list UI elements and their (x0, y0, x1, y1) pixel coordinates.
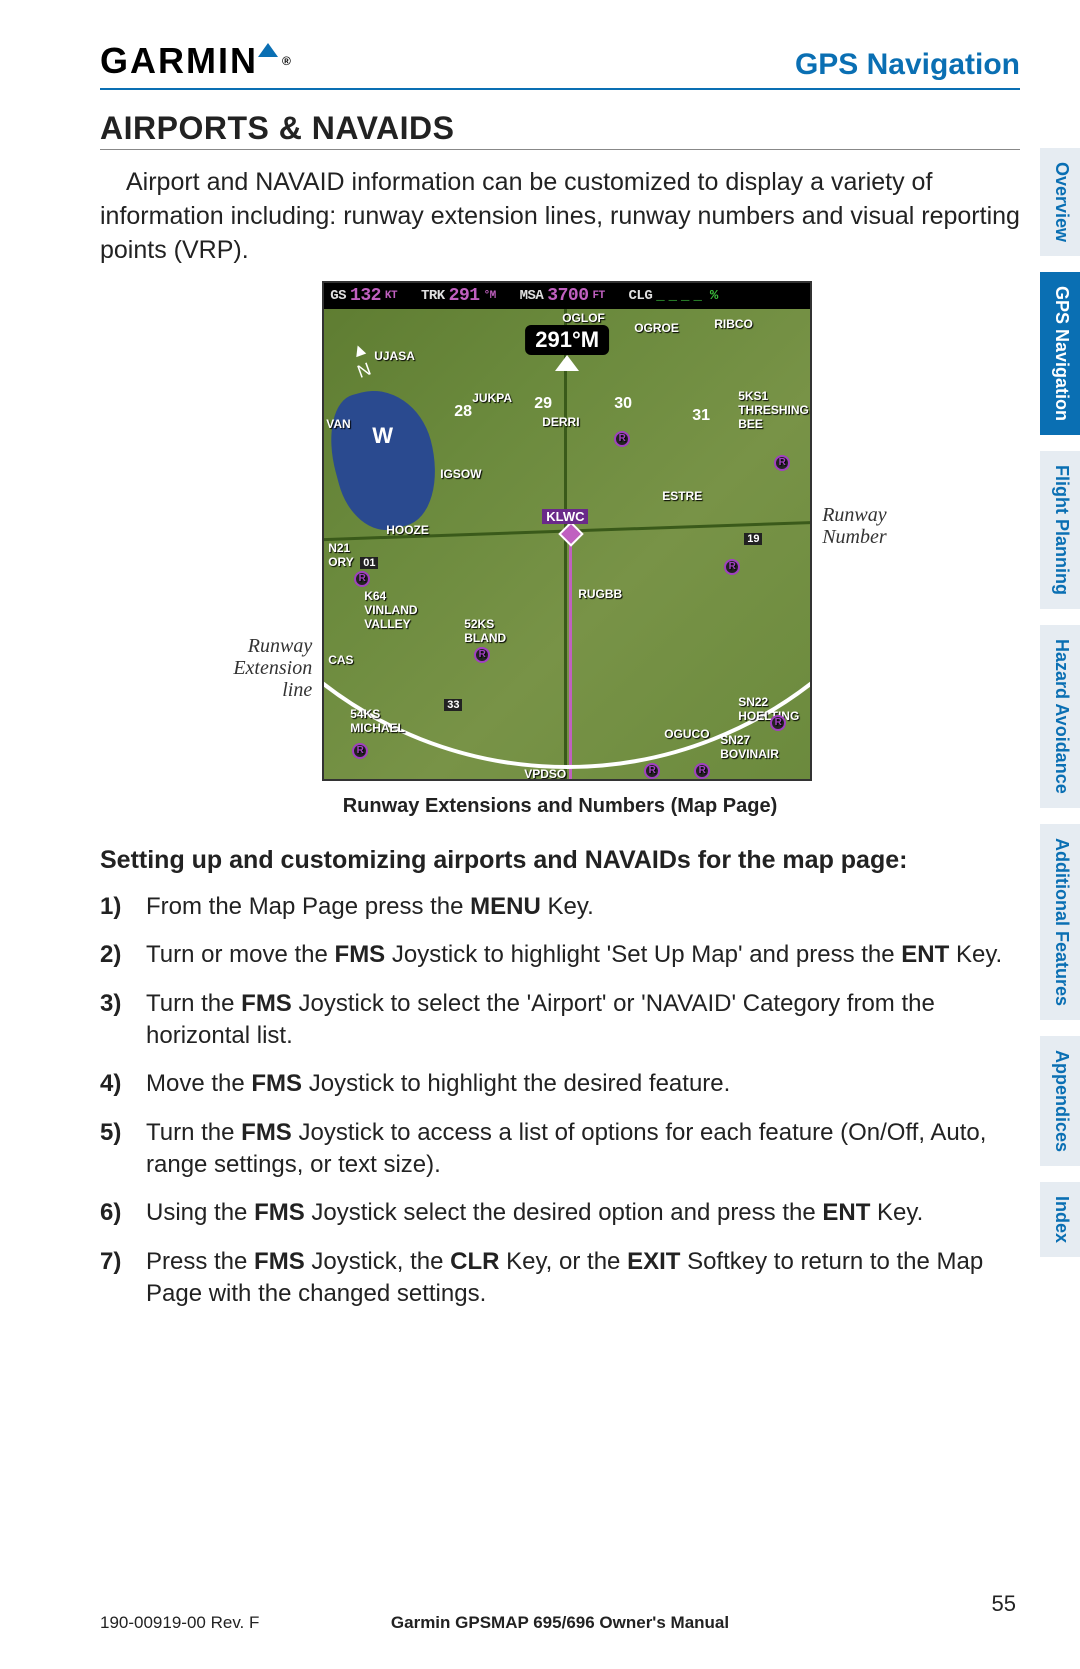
garmin-logo: GARMIN ® (100, 40, 293, 88)
reporting-point-icon: R (474, 645, 490, 663)
section-tab[interactable]: Flight Planning (1040, 451, 1080, 609)
step-text: Press the FMS Joystick, the CLR Key, or … (146, 1246, 1020, 1311)
chapter-title: GPS Navigation (795, 48, 1020, 88)
step-number: 7) (100, 1246, 130, 1311)
section-tab[interactable]: Appendices (1040, 1036, 1080, 1166)
waypoint: RIBCO (714, 317, 753, 331)
callout-runway-number: RunwayNumber (822, 504, 886, 548)
hsi-pointer-icon (555, 355, 579, 371)
waypoint: VPDSO (524, 767, 566, 781)
reporting-point-icon: R (694, 761, 710, 779)
map-screenshot: GS 132KT TRK 291°M MSA 3700FT CLG ____% … (322, 281, 812, 781)
hsi-tick: 30 (614, 395, 632, 413)
reporting-point-icon: R (354, 569, 370, 587)
hsi-heading-box: 291°M (525, 325, 609, 355)
step-number: 5) (100, 1117, 130, 1182)
procedure-step: 7)Press the FMS Joystick, the CLR Key, o… (100, 1246, 1020, 1311)
reporting-point-icon: R (770, 713, 786, 731)
waypoint: 54KS MICHAEL (350, 707, 410, 735)
waypoint: OGUCO (664, 727, 709, 741)
waypoint: 5KS1 THRESHING BEE (738, 389, 808, 431)
runway-number: 33 (444, 699, 462, 711)
step-text: From the Map Page press the MENU Key. (146, 891, 594, 923)
waypoint: UJASA (374, 349, 415, 363)
brand-text: GARMIN (100, 40, 258, 82)
page-number: 55 (992, 1591, 1016, 1617)
step-text: Move the FMS Joystick to highlight the d… (146, 1068, 730, 1100)
step-text: Turn the FMS Joystick to select the 'Air… (146, 988, 1020, 1053)
callout-runway-extension: RunwayExtensionline (233, 635, 312, 701)
figure-caption: Runway Extensions and Numbers (Map Page) (100, 795, 1020, 818)
manual-title: Garmin GPSMAP 695/696 Owner's Manual (391, 1613, 729, 1633)
procedure-steps: 1) From the Map Page press the MENU Key. 2… (100, 891, 1020, 1311)
registered-mark: ® (282, 54, 293, 68)
reporting-point-icon: R (644, 761, 660, 779)
waypoint: ESTRE (662, 489, 702, 503)
hsi-tick: 28 (454, 403, 472, 421)
procedure-step: 1) From the Map Page press the MENU Key. (100, 891, 1020, 923)
procedure-step: 2) Turn or move the FMS Joystick to highl… (100, 939, 1020, 971)
reporting-point-icon: R (724, 557, 740, 575)
doc-id: 190-00919-00 Rev. F (100, 1613, 259, 1633)
hsi-tick: 29 (534, 395, 552, 413)
procedure-step: 3)Turn the FMS Joystick to select the 'A… (100, 988, 1020, 1053)
waypoint: OGLOF (562, 311, 605, 325)
waypoint: OGROE (634, 321, 679, 335)
section-tab[interactable]: Overview (1040, 148, 1080, 256)
section-tab[interactable]: Hazard Avoidance (1040, 625, 1080, 808)
waypoint: SN27 BOVINAIR (720, 733, 790, 761)
waypoint: 52KS BLAND (464, 617, 514, 645)
section-heading: AIRPORTS & NAVAIDS (100, 110, 1020, 150)
map-body: 291°M 28 29 30 31 W ▲N KLWC OGLOF OGROE … (324, 309, 810, 779)
step-number: 2) (100, 939, 130, 971)
procedure-step: 6) Using the FMS Joystick select the desi… (100, 1197, 1020, 1229)
active-waypoint-label: KLWC (542, 509, 588, 524)
figure-block: RunwayExtensionline GS 132KT TRK 291°M M… (100, 281, 1020, 781)
waypoint: CAS (328, 653, 353, 667)
procedure-step: 4) Move the FMS Joystick to highlight the… (100, 1068, 1020, 1100)
reporting-point-icon: R (614, 429, 630, 447)
intro-paragraph: Airport and NAVAID information can be cu… (100, 166, 1020, 267)
step-number: 1) (100, 891, 130, 923)
reporting-point-icon: R (352, 741, 368, 759)
logo-triangle-icon (258, 43, 278, 57)
section-tab[interactable]: Additional Features (1040, 824, 1080, 1020)
waypoint: DERRI (542, 415, 579, 429)
procedure-step: 5)Turn the FMS Joystick to access a list… (100, 1117, 1020, 1182)
step-number: 4) (100, 1068, 130, 1100)
section-tabs: Overview GPS Navigation Flight Planning Haz… (1040, 148, 1080, 1257)
section-tab[interactable]: GPS Navigation (1040, 272, 1080, 435)
waypoint: IGSOW (440, 467, 481, 481)
page-header: GARMIN ® GPS Navigation (100, 40, 1020, 90)
waypoint: JUKPA (472, 391, 512, 405)
runway-number: 01 (360, 557, 378, 569)
section-tab[interactable]: Index (1040, 1182, 1080, 1257)
waypoint: RUGBB (578, 587, 622, 601)
step-text: Turn the FMS Joystick to access a list o… (146, 1117, 1020, 1182)
procedure-title: Setting up and customizing airports and … (100, 844, 1020, 877)
step-number: 6) (100, 1197, 130, 1229)
waypoint: VAN (326, 417, 350, 431)
step-text: Using the FMS Joystick select the desire… (146, 1197, 923, 1229)
hsi-tick-west: W (372, 423, 393, 449)
step-number: 3) (100, 988, 130, 1053)
waypoint: K64 VINLAND VALLEY (364, 589, 434, 631)
reporting-point-icon: R (774, 453, 790, 471)
runway-number: 19 (744, 533, 762, 545)
waypoint: HOOZE (386, 523, 429, 537)
step-text: Turn or move the FMS Joystick to highlig… (146, 939, 1002, 971)
hsi-tick: 31 (692, 407, 710, 425)
page-footer: 190-00919-00 Rev. F Garmin GPSMAP 695/69… (100, 1613, 1020, 1633)
